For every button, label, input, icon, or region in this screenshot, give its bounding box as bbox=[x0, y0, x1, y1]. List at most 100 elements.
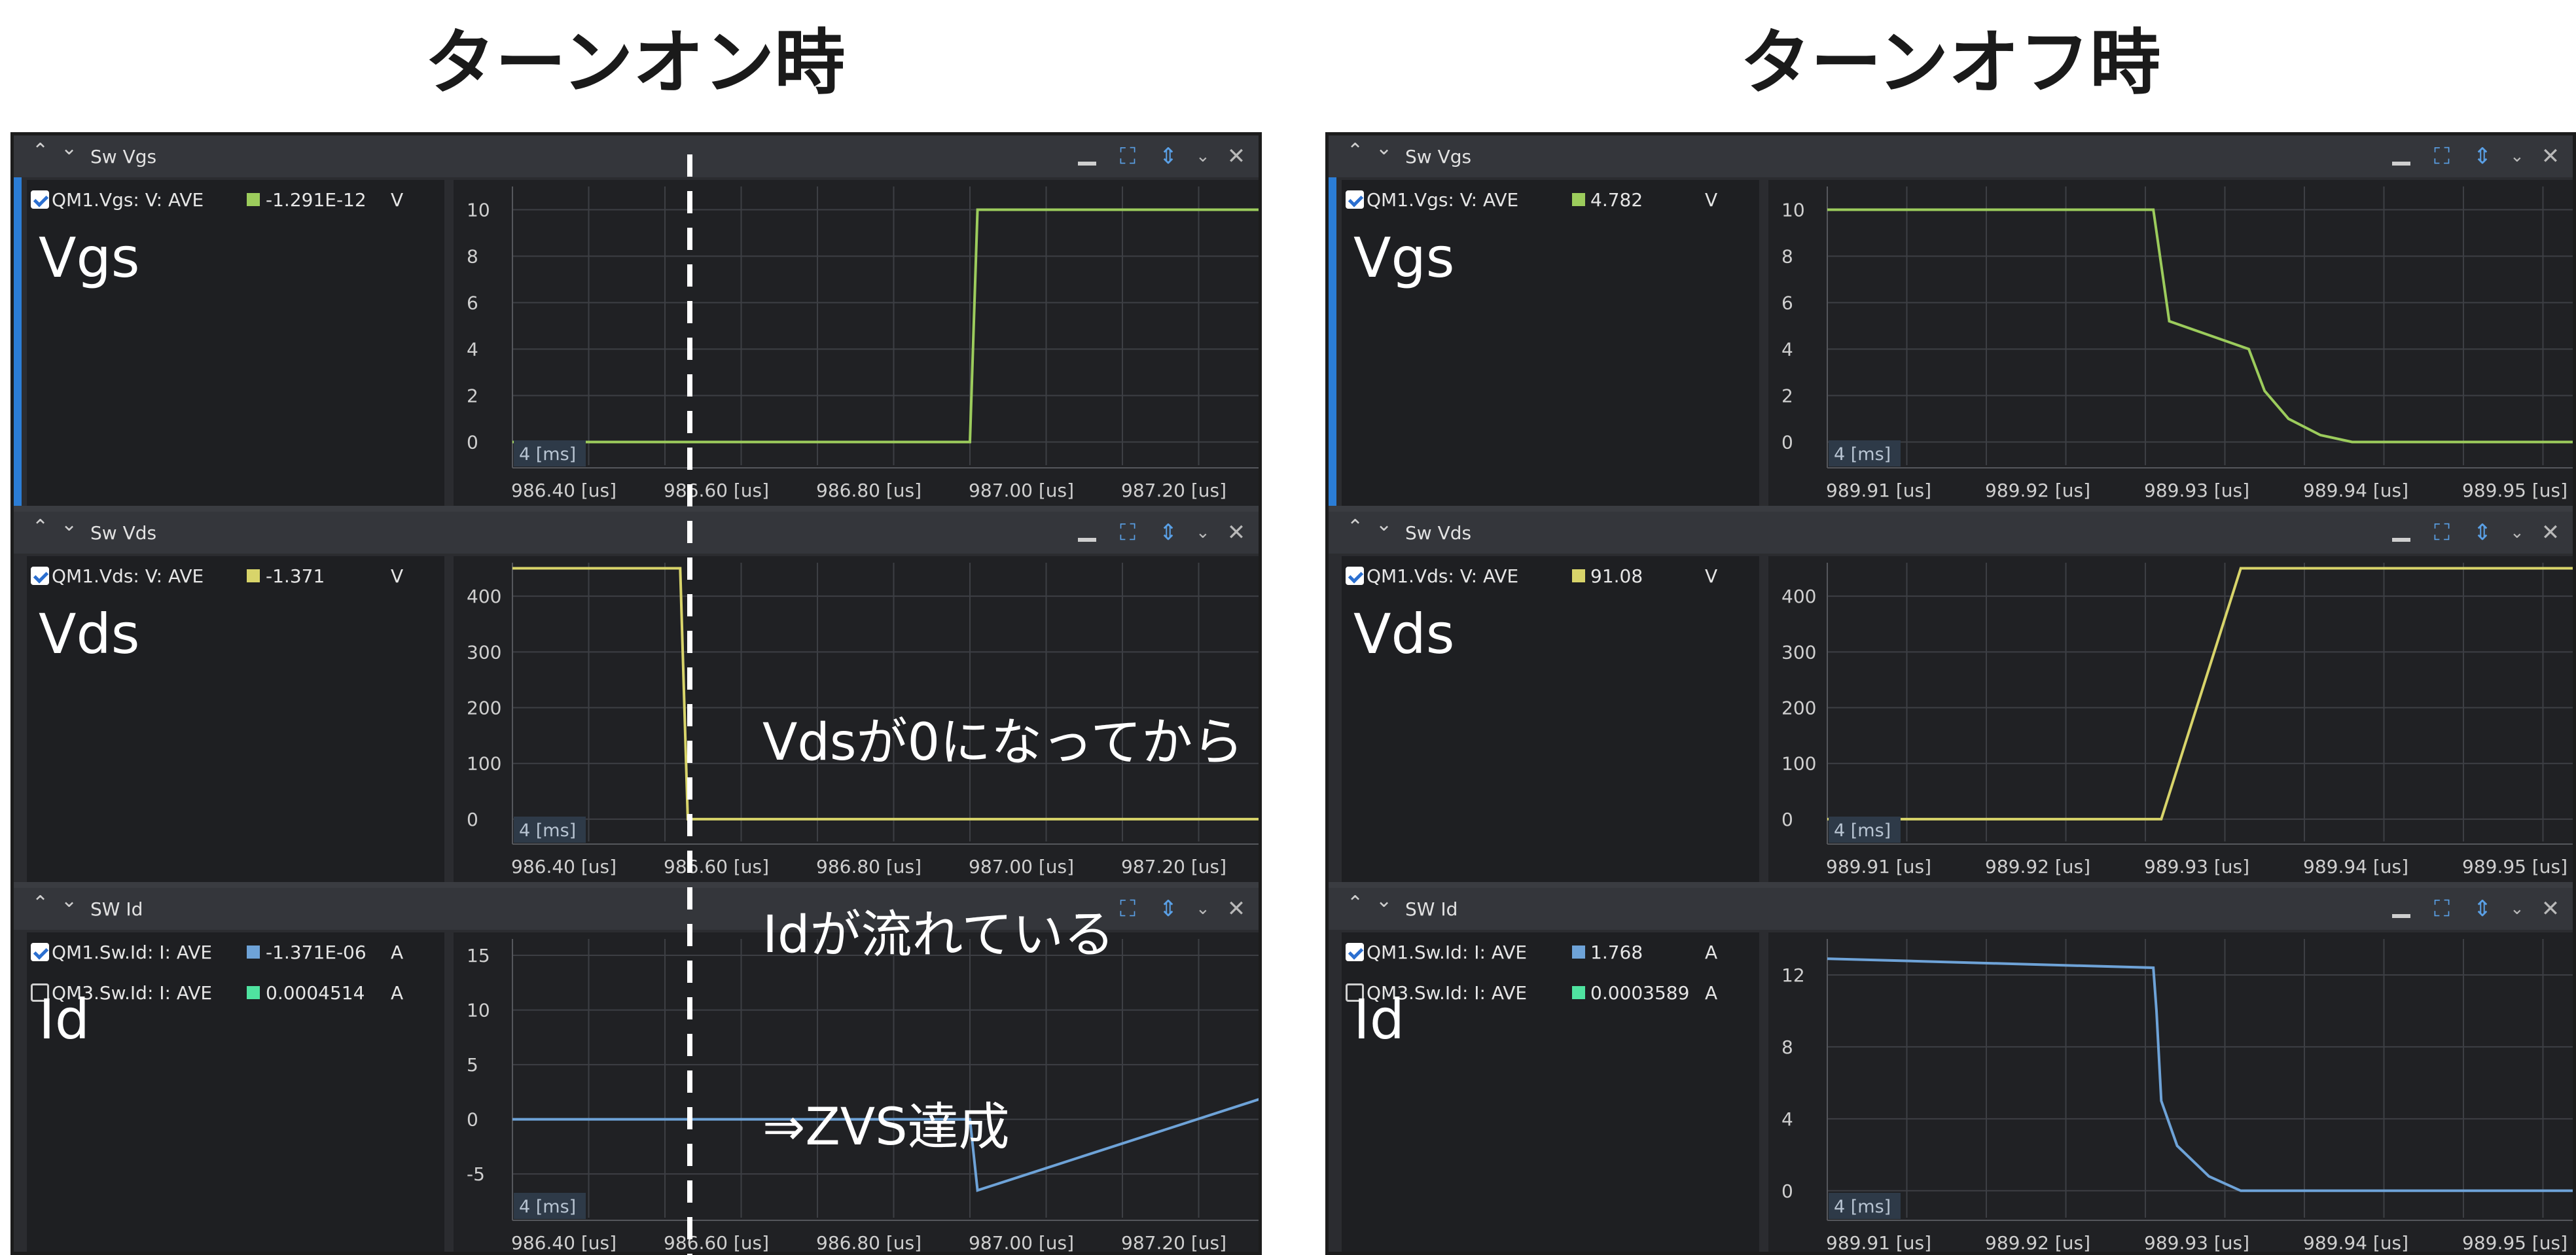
plot-area[interactable]: 400 300 200 100 0 989.91 [us] 989.92 [us] 989.9… bbox=[1768, 556, 2573, 882]
y-tick-label: 400 bbox=[1781, 586, 1816, 607]
collapse-up-icon[interactable]: ⌃ bbox=[32, 139, 48, 162]
chevron-down-icon[interactable]: ⌄ bbox=[1376, 889, 1392, 912]
y-tick-label: -5 bbox=[467, 1163, 485, 1185]
legend-signal-name: QM1.Vds: V: AVE bbox=[52, 565, 204, 587]
annotation-line-1: Vdsが0になってから bbox=[762, 713, 1244, 772]
legend-checkbox[interactable] bbox=[31, 943, 49, 961]
legend-unit: V bbox=[1705, 189, 1718, 211]
y-tick-label: 4 bbox=[467, 339, 478, 361]
minimize-icon[interactable] bbox=[2388, 520, 2414, 546]
panel-window-controls: ⛶ ⇕ ⌄ ✕ bbox=[2388, 518, 2564, 547]
panel-titlebar[interactable]: ⌃ ⌄ Sw Vds ⛶ ⇕ ⌄ ✕ bbox=[1329, 512, 2573, 554]
panel-title: SW Id bbox=[90, 898, 143, 920]
collapse-up-icon[interactable]: ⌃ bbox=[1347, 139, 1363, 162]
x-tick-label: 989.93 [us] bbox=[2144, 1232, 2249, 1254]
chevron-down-icon[interactable]: ⌄ bbox=[2510, 143, 2524, 169]
legend-row[interactable]: QM1.Sw.Id: I: AVE bbox=[31, 939, 212, 965]
close-icon[interactable]: ✕ bbox=[2537, 143, 2564, 169]
plot-area[interactable]: 12 8 4 0 989.91 [us] 989.92 [us] 989.93 [us] 98… bbox=[1768, 932, 2573, 1254]
panel-titlebar[interactable]: ⌃ ⌄ Sw Vds ⛶ ⇕ ⌄ ✕ bbox=[14, 512, 1259, 554]
legend-color-swatch bbox=[1572, 986, 1585, 999]
legend-checkbox[interactable] bbox=[1346, 567, 1364, 585]
chevron-down-icon[interactable]: ⌄ bbox=[1376, 513, 1392, 536]
chevron-down-icon[interactable]: ⌄ bbox=[2510, 520, 2524, 546]
x-tick-label: 987.00 [us] bbox=[969, 480, 1074, 501]
fit-to-window-icon[interactable]: ⛶ bbox=[2429, 896, 2455, 922]
vertical-fit-icon[interactable]: ⇕ bbox=[2469, 143, 2496, 169]
plot-svg: 10 8 6 4 2 0 986.40 [us] 986.60 [us] 986.80 [us]… bbox=[467, 186, 1259, 501]
chevron-down-icon[interactable]: ⌄ bbox=[1376, 137, 1392, 160]
signal-big-label: Vds bbox=[39, 602, 140, 666]
legend-unit: A bbox=[391, 982, 404, 1004]
chevron-down-icon[interactable]: ⌄ bbox=[1196, 520, 1210, 546]
y-tick-label: 12 bbox=[1781, 964, 1805, 986]
y-tick-label: 200 bbox=[467, 698, 501, 719]
chevron-down-icon[interactable]: ⌄ bbox=[61, 137, 77, 160]
collapse-up-icon[interactable]: ⌃ bbox=[1347, 516, 1363, 539]
panel-titlebar[interactable]: ⌃ ⌄ SW Id ⛶ ⇕ ⌄ ✕ bbox=[1329, 888, 2573, 930]
plot-area[interactable]: 10 8 6 4 2 0 989.91 [us] 989.92 [us] 989.93 [us]… bbox=[1768, 180, 2573, 506]
minimize-icon[interactable] bbox=[2388, 896, 2414, 922]
plot-area[interactable]: 10 8 6 4 2 0 986.40 [us] 986.60 [us] 986.80 [us]… bbox=[454, 180, 1259, 506]
vertical-fit-icon[interactable]: ⇕ bbox=[1155, 520, 1181, 546]
legend-checkbox[interactable] bbox=[1346, 190, 1364, 209]
collapse-up-icon[interactable]: ⌃ bbox=[1347, 892, 1363, 915]
vertical-fit-icon[interactable]: ⇕ bbox=[1155, 143, 1181, 169]
close-icon[interactable]: ✕ bbox=[2537, 896, 2564, 922]
annotation-line-3: ⇒ZVS達成 bbox=[762, 1098, 1010, 1157]
x-tick-label: 989.94 [us] bbox=[2303, 480, 2408, 501]
vertical-fit-icon[interactable]: ⇕ bbox=[2469, 896, 2496, 922]
x-tick-label: 987.00 [us] bbox=[969, 1232, 1074, 1254]
plot-svg: 10 8 6 4 2 0 989.91 [us] 989.92 [us] 989.93 [us]… bbox=[1781, 186, 2573, 501]
legend-checkbox[interactable] bbox=[1346, 943, 1364, 961]
legend-row[interactable]: QM1.Vds: V: AVE bbox=[31, 563, 204, 589]
series-line bbox=[1827, 957, 2573, 1192]
x-tick-label: 986.40 [us] bbox=[511, 856, 617, 877]
y-tick-label: 300 bbox=[467, 641, 501, 663]
close-icon[interactable]: ✕ bbox=[1223, 143, 1249, 169]
collapse-up-icon[interactable]: ⌃ bbox=[32, 892, 48, 915]
y-tick-label: 100 bbox=[1781, 753, 1816, 775]
panel-window-controls: ⛶ ⇕ ⌄ ✕ bbox=[2388, 142, 2564, 171]
close-icon[interactable]: ✕ bbox=[1223, 520, 1249, 546]
legend-unit: V bbox=[391, 189, 404, 211]
legend-signal-name: QM1.Vgs: V: AVE bbox=[1367, 188, 1519, 211]
collapse-up-icon[interactable]: ⌃ bbox=[32, 516, 48, 539]
legend-checkbox[interactable] bbox=[31, 567, 49, 585]
y-tick-label: 300 bbox=[1781, 641, 1816, 663]
x-tick-label: 986.40 [us] bbox=[511, 480, 617, 501]
legend-row[interactable]: QM1.Vgs: V: AVE bbox=[1346, 186, 1518, 213]
legend-row[interactable]: QM1.Sw.Id: I: AVE bbox=[1346, 939, 1527, 965]
close-icon[interactable]: ✕ bbox=[2537, 520, 2564, 546]
fit-to-window-icon[interactable]: ⛶ bbox=[2429, 143, 2455, 169]
legend-row[interactable]: QM1.Vgs: V: AVE bbox=[31, 186, 204, 213]
chevron-down-icon[interactable]: ⌄ bbox=[61, 889, 77, 912]
x-tick-label: 986.80 [us] bbox=[816, 1232, 921, 1254]
y-tick-label: 0 bbox=[467, 809, 478, 830]
chevron-down-icon[interactable]: ⌄ bbox=[61, 513, 77, 536]
chevron-down-icon[interactable]: ⌄ bbox=[2510, 896, 2524, 922]
legend-area: QM1.Vgs: V: AVE 4.782 V Vgs bbox=[1342, 180, 1759, 506]
minimize-icon[interactable] bbox=[1074, 143, 1100, 169]
panel-titlebar[interactable]: ⌃ ⌄ Sw Vgs ⛶ ⇕ ⌄ ✕ bbox=[1329, 135, 2573, 177]
legend-color-swatch bbox=[1572, 193, 1585, 206]
legend-signal-name: QM1.Vds: V: AVE bbox=[1367, 565, 1519, 587]
legend-checkbox[interactable] bbox=[31, 190, 49, 209]
legend-row[interactable]: QM1.Vds: V: AVE bbox=[1346, 563, 1518, 589]
fit-to-window-icon[interactable]: ⛶ bbox=[2429, 520, 2455, 546]
vertical-fit-icon[interactable]: ⇕ bbox=[2469, 520, 2496, 546]
legend-value: -1.371 bbox=[266, 565, 325, 587]
fit-to-window-icon[interactable]: ⛶ bbox=[1115, 520, 1141, 546]
x-tick-label: 987.20 [us] bbox=[1121, 1232, 1226, 1254]
minimize-icon[interactable] bbox=[1074, 520, 1100, 546]
plot-svg: 400 300 200 100 0 989.91 [us] 989.92 [us] 989.9… bbox=[1781, 563, 2573, 877]
panel-titlebar[interactable]: ⌃ ⌄ Sw Vgs ⛶ ⇕ ⌄ ✕ bbox=[14, 135, 1259, 177]
scale-badge-label: 4 [ms] bbox=[519, 444, 576, 465]
x-tick-label: 989.94 [us] bbox=[2303, 856, 2408, 877]
chevron-down-icon[interactable]: ⌄ bbox=[1196, 143, 1210, 169]
fit-to-window-icon[interactable]: ⛶ bbox=[1115, 143, 1141, 169]
scale-badge-label: 4 [ms] bbox=[1834, 444, 1891, 465]
minimize-icon[interactable] bbox=[2388, 143, 2414, 169]
legend-color-swatch bbox=[1572, 569, 1585, 582]
signal-big-label: Vgs bbox=[1353, 226, 1455, 290]
